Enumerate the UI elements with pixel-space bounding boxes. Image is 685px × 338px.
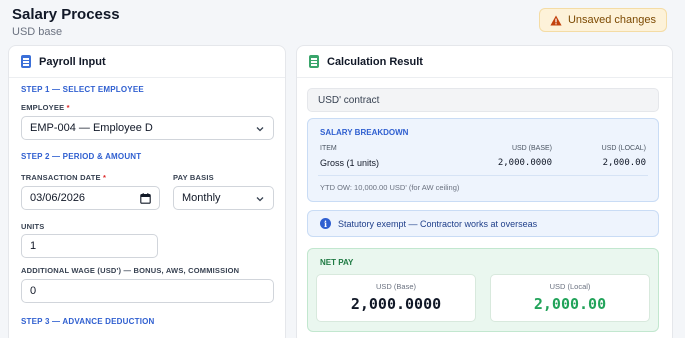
row-item: Gross (1 units) — [320, 158, 380, 168]
pay-basis-value: Monthly — [182, 192, 221, 204]
step1-title: STEP 1 — SELECT EMPLOYEE — [21, 85, 144, 94]
required-marker: * — [103, 173, 107, 182]
spreadsheet-icon — [309, 55, 319, 68]
transaction-date-input[interactable]: 03/06/2026 — [21, 186, 160, 210]
info-circle-icon: i — [320, 218, 331, 229]
employee-label-text: EMPLOYEE — [21, 103, 65, 112]
statutory-exempt-notice: i Statutory exempt — Contractor works at… — [307, 210, 659, 237]
row-base-value: 2,000.0000 — [497, 158, 552, 168]
calculation-result-title: Calculation Result — [327, 55, 423, 68]
chevron-down-icon — [256, 197, 264, 202]
additional-wage-label: ADDITIONAL WAGE (USD') — BONUS, AWS, COM… — [21, 266, 240, 275]
pay-basis-label: PAY BASIS — [173, 173, 214, 182]
required-marker: * — [66, 103, 70, 112]
column-header-local: USD (LOCAL) — [601, 145, 646, 152]
employee-label: EMPLOYEE * — [21, 103, 70, 112]
payroll-input-title: Payroll Input — [39, 55, 106, 68]
units-input[interactable]: 1 — [21, 234, 158, 258]
row-local-value: 2,000.00 — [602, 158, 646, 168]
calculation-result-panel: Calculation Result USD' contract SALARY … — [296, 45, 673, 338]
unsaved-changes-label: Unsaved changes — [567, 14, 656, 26]
unsaved-changes-badge: Unsaved changes — [538, 8, 667, 32]
net-pay-local-value: 2,000.00 — [533, 295, 607, 313]
page-subtitle: USD base — [12, 26, 63, 38]
salary-breakdown: SALARY BREAKDOWN ITEM USD (BASE) USD (LO… — [307, 118, 659, 202]
column-header-base: USD (BASE) — [511, 145, 552, 152]
calendar-icon[interactable] — [140, 193, 151, 204]
transaction-date-label-text: TRANSACTION DATE — [21, 173, 101, 182]
ytd-note: YTD OW: 10,000.00 USD' (for AW ceiling) — [320, 183, 460, 192]
chevron-down-icon — [256, 127, 264, 132]
net-pay-local-label: USD (Local) — [549, 282, 591, 291]
calculator-icon — [21, 55, 31, 68]
calculation-result-header: Calculation Result — [297, 46, 672, 78]
warning-triangle-icon — [550, 15, 562, 25]
payroll-input-header: Payroll Input — [9, 46, 285, 78]
salary-breakdown-title: SALARY BREAKDOWN — [320, 128, 409, 137]
additional-wage-value: 0 — [30, 285, 37, 297]
net-pay-local-card: USD (Local) 2,000.00 — [490, 274, 650, 322]
transaction-date-label: TRANSACTION DATE * — [21, 173, 106, 182]
net-pay-section: NET PAY USD (Base) 2,000.0000 USD (Local… — [307, 248, 659, 332]
additional-wage-input[interactable]: 0 — [21, 279, 274, 303]
page-title: Salary Process — [12, 6, 120, 23]
step3-title: STEP 3 — ADVANCE DEDUCTION — [21, 317, 155, 326]
contract-type: USD' contract — [307, 88, 659, 112]
statutory-exempt-text: Statutory exempt — Contractor works at o… — [338, 218, 538, 229]
net-pay-base-label: USD (Base) — [375, 282, 416, 291]
net-pay-base-card: USD (Base) 2,000.0000 — [316, 274, 476, 322]
pay-basis-select[interactable]: Monthly — [173, 186, 274, 210]
units-label: UNITS — [21, 222, 45, 231]
employee-select[interactable]: EMP-004 — Employee D — [21, 116, 274, 140]
employee-select-value: EMP-004 — Employee D — [30, 122, 153, 134]
net-pay-title: NET PAY — [320, 258, 354, 267]
step2-title: STEP 2 — PERIOD & AMOUNT — [21, 152, 142, 161]
column-header-item: ITEM — [320, 145, 337, 152]
transaction-date-value: 03/06/2026 — [30, 192, 86, 204]
units-value: 1 — [30, 240, 37, 252]
payroll-input-panel: Payroll Input STEP 1 — SELECT EMPLOYEE E… — [8, 45, 286, 338]
breakdown-divider — [318, 175, 648, 176]
net-pay-base-value: 2,000.0000 — [350, 295, 442, 313]
